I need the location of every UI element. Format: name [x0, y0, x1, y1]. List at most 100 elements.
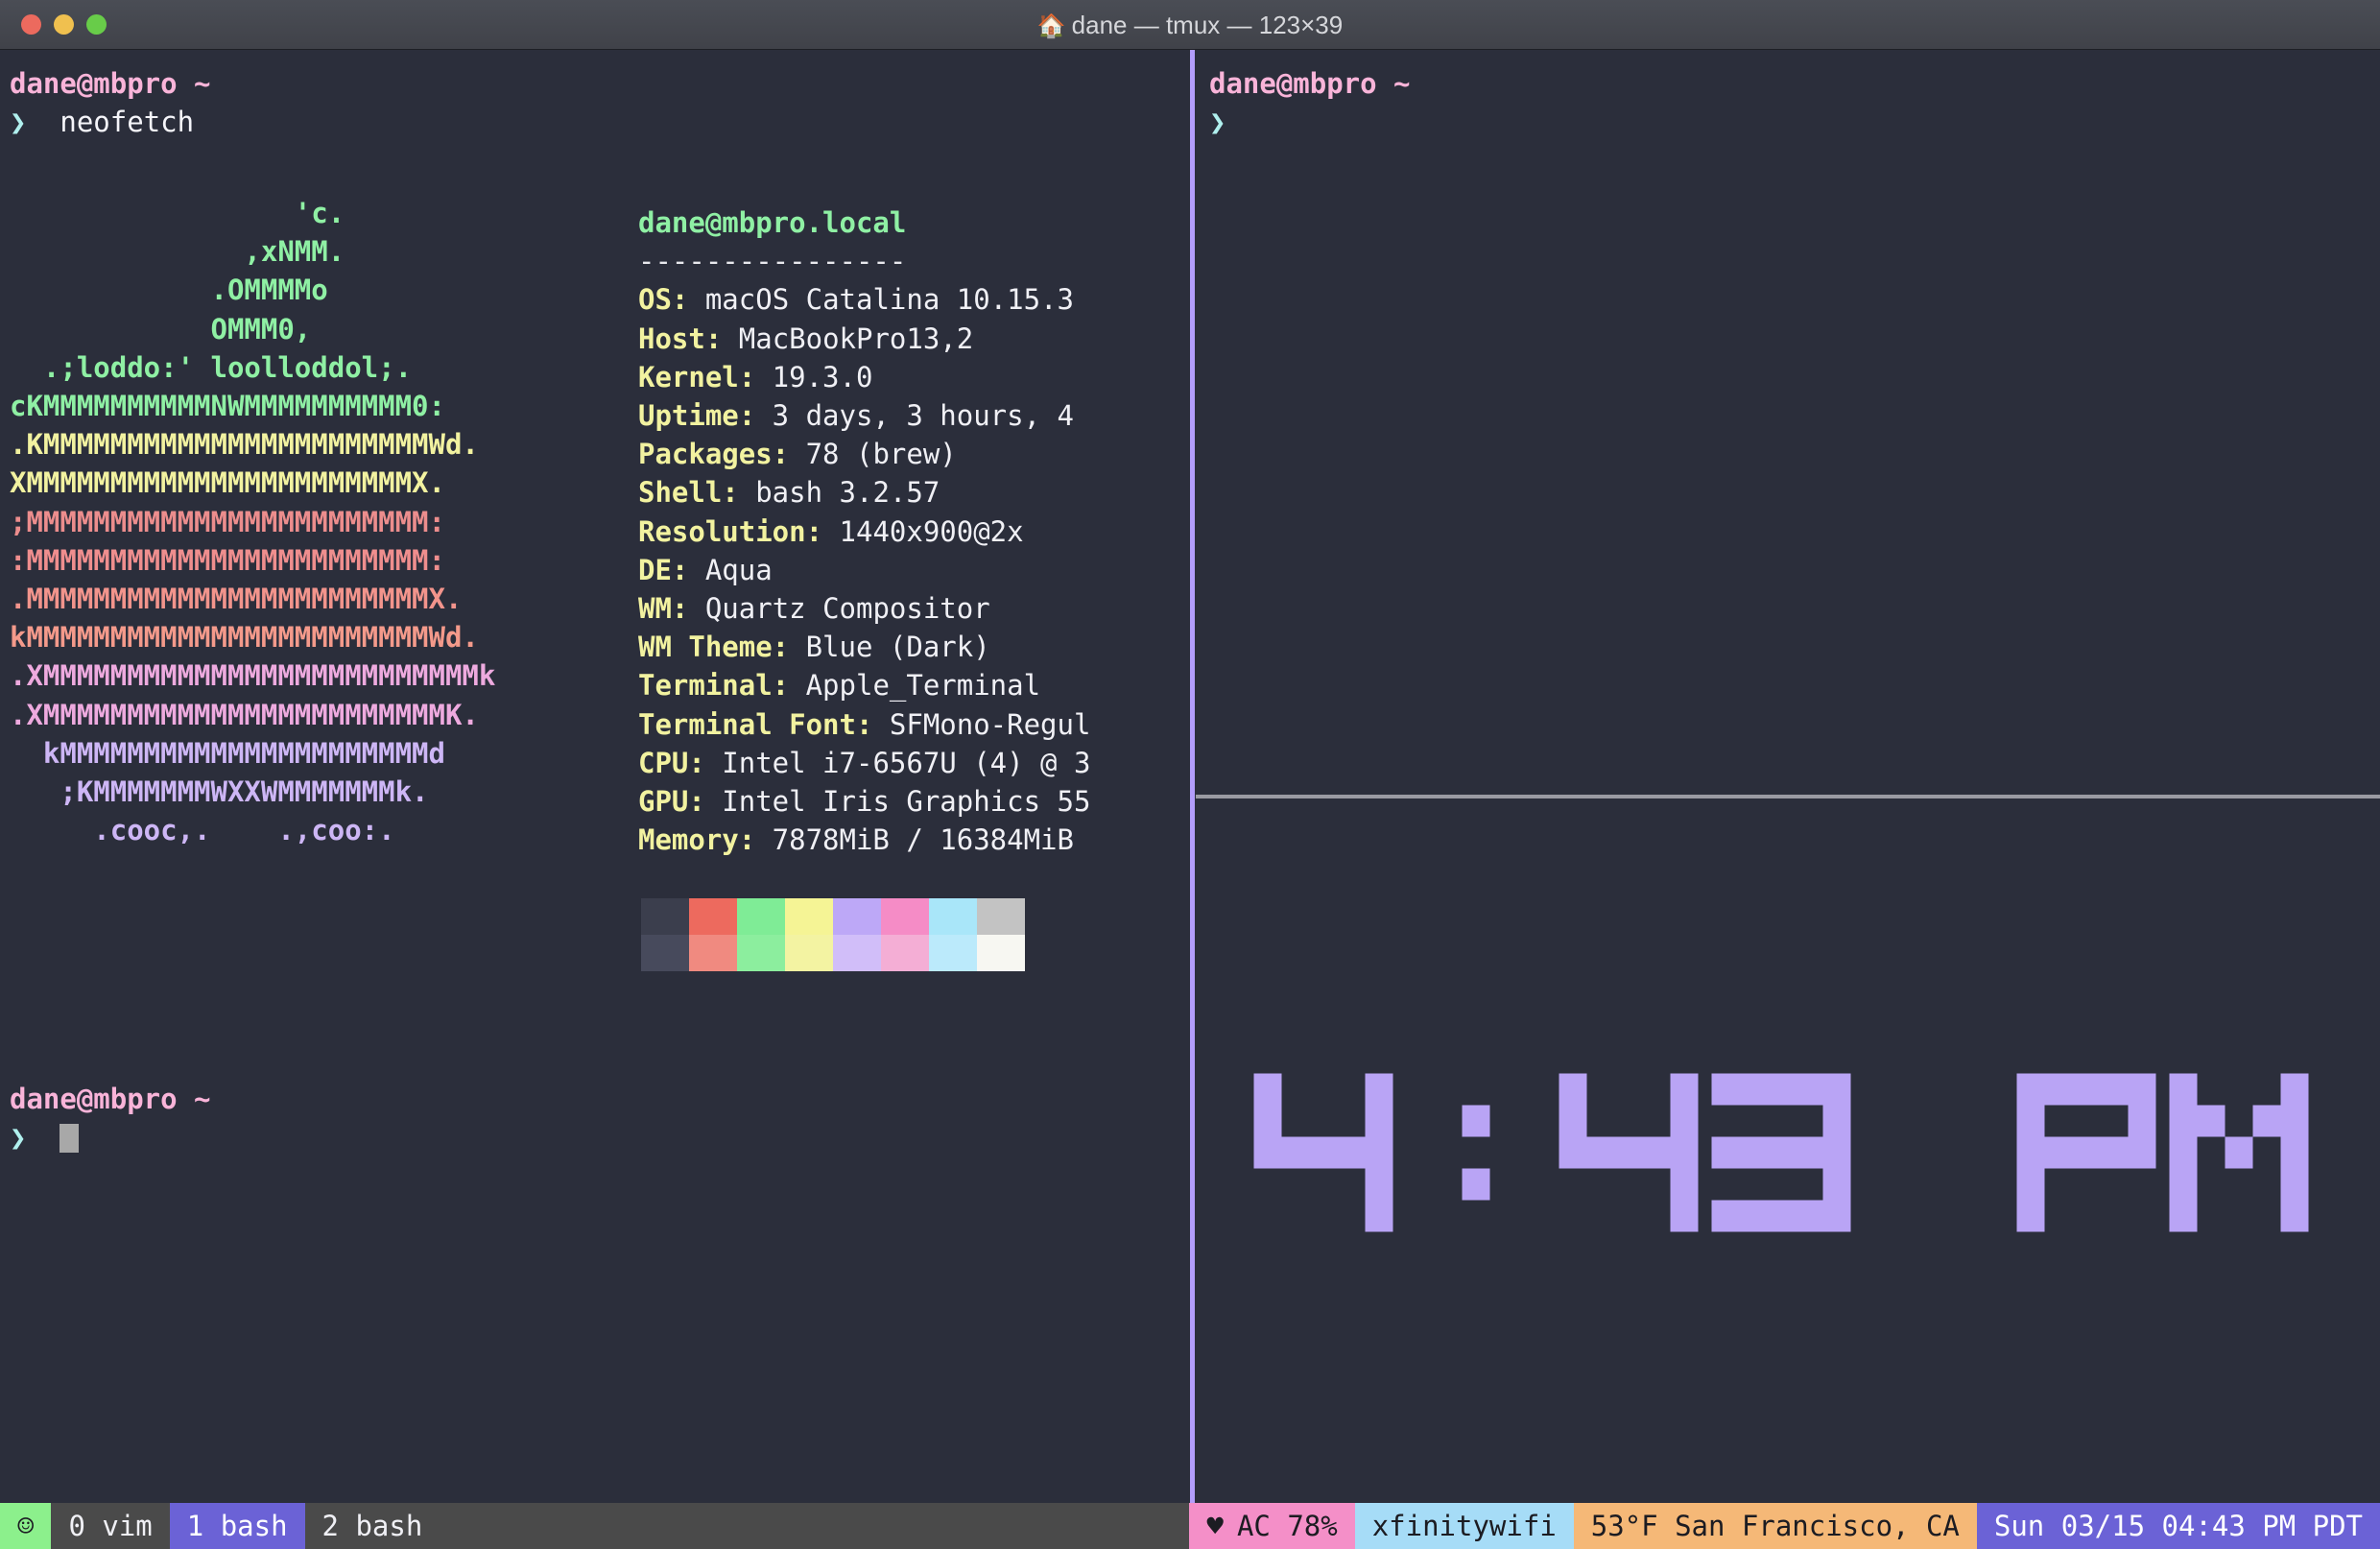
ascii-art-line: .KMMMMMMMMMMMMMMMMMMMMMMMWd.	[10, 428, 479, 462]
neofetch-info: dane@mbpro.local ---------------- OS: macO…	[638, 203, 1090, 859]
house-icon: 🏠	[1036, 13, 1066, 39]
clock-segment	[2016, 1073, 2045, 1105]
clock-segment	[1253, 1105, 1282, 1136]
ascii-art-line: ;KMMMMMMMWXXWMMMMMMMk.	[10, 775, 429, 809]
clock-segment	[2016, 1105, 2045, 1136]
ascii-art-line: kMMMMMMMMMMMMMMMMMMMMMMd	[10, 736, 445, 770]
clock-segment	[1670, 1168, 1699, 1200]
clock-segment	[1462, 1105, 1490, 1136]
neofetch-row-key: OS:	[638, 283, 689, 317]
neofetch-row: OS: macOS Catalina 10.15.3	[638, 280, 1090, 319]
ascii-art-line: ;MMMMMMMMMMMMMMMMMMMMMMMM:	[10, 505, 445, 538]
tmux-status-bar: ☺ 0 vim 1 bash 2 bash ♥ AC 78% xfinitywifi …	[0, 1503, 2380, 1549]
text-cursor[interactable]	[60, 1123, 80, 1153]
prompt-userhost-2: dane@mbpro ~	[10, 1083, 211, 1115]
clock-segment	[1795, 1073, 1823, 1105]
status-weather[interactable]: 53°F San Francisco, CA	[1573, 1503, 1977, 1549]
clock-segment	[1739, 1073, 1768, 1105]
prompt-chevron-icon: ❯	[10, 105, 27, 138]
clock-segment	[2128, 1136, 2156, 1168]
clock-segment	[2016, 1200, 2045, 1231]
clock-segment	[1365, 1168, 1393, 1200]
neofetch-row-key: Shell:	[638, 476, 739, 510]
status-datetime[interactable]: Sun 03/15 04:43 PM PDT	[1976, 1503, 2380, 1549]
status-window-0[interactable]: 0 vim	[51, 1503, 170, 1549]
neofetch-row-key: DE:	[638, 553, 689, 586]
ascii-art-line: .OMMMMo	[10, 274, 328, 307]
status-window-1[interactable]: 1 bash	[169, 1503, 305, 1549]
neofetch-row: Shell: bash 3.2.57	[638, 473, 1090, 512]
clock-segment	[1670, 1073, 1699, 1105]
clock-segment	[1795, 1136, 1823, 1168]
status-wifi[interactable]: xfinitywifi	[1354, 1503, 1574, 1549]
clock-segment	[1559, 1105, 1587, 1136]
clock-segment	[1281, 1136, 1310, 1168]
ascii-art-line: 'c.	[10, 197, 345, 229]
clock-glyph	[1865, 1073, 2004, 1231]
clock-segment	[2100, 1136, 2129, 1168]
palette-swatch	[641, 898, 689, 935]
clock-glyph	[1407, 1073, 1546, 1231]
neofetch-row-value: macOS Catalina 10.15.3	[688, 283, 1074, 317]
neofetch-row: WM: Quartz Compositor	[638, 589, 1090, 628]
ascii-art-line: .cooc,. .,coo:.	[10, 814, 395, 847]
neofetch-row-value: Aqua	[688, 553, 773, 586]
ascii-art-line: XMMMMMMMMMMMMMMMMMMMMMMMX.	[10, 466, 445, 500]
pane-left-neofetch[interactable]: dane@mbpro ~ ❯ neofetch 'c. ,xNMM. .OMMM…	[0, 50, 1187, 1503]
pane-right-top-shell[interactable]: dane@mbpro ~ ❯	[1196, 50, 2380, 793]
palette-swatch	[833, 898, 881, 935]
palette-swatch	[689, 898, 737, 935]
prompt-block-2: dane@mbpro ~ ❯	[10, 1081, 211, 1156]
neofetch-row-value: Blue (Dark)	[789, 631, 990, 664]
clock-segment	[2016, 1168, 2045, 1200]
horizontal-pane-divider[interactable]	[1196, 795, 2380, 798]
clock-segment	[1253, 1136, 1282, 1168]
prompt-block-1: dane@mbpro ~ ❯ neofetch	[10, 65, 211, 141]
neofetch-row-key: Terminal:	[638, 669, 790, 703]
neofetch-row-value: Intel i7-6567U (4) @ 3	[704, 746, 1091, 779]
clock-segment	[2100, 1073, 2129, 1105]
vertical-pane-divider[interactable]	[1190, 50, 1195, 1503]
status-window-2[interactable]: 2 bash	[304, 1503, 440, 1549]
clock-segment	[1462, 1168, 1490, 1200]
window-title-text: dane — tmux — 123×39	[1071, 11, 1344, 39]
clock-segment	[1822, 1168, 1851, 1200]
palette-row	[641, 935, 1025, 971]
clock-segment	[1670, 1136, 1699, 1168]
clock-segment	[2169, 1168, 2198, 1200]
pane-right-bottom-clock[interactable]	[1196, 801, 2380, 1503]
neofetch-row-key: WM Theme:	[638, 631, 790, 664]
prompt-userhost-3: dane@mbpro ~	[1209, 67, 1411, 100]
neofetch-row-key: Uptime:	[638, 399, 756, 433]
neofetch-row: Terminal Font: SFMono-Regul	[638, 705, 1090, 744]
terminal-body: dane@mbpro ~ ❯ neofetch 'c. ,xNMM. .OMMM…	[0, 50, 2380, 1503]
clock-digits	[1253, 1073, 2322, 1231]
clock-segment	[2169, 1200, 2198, 1231]
clock-segment	[1739, 1136, 1768, 1168]
clock-segment	[2044, 1073, 2073, 1105]
clock-segment	[2169, 1073, 2198, 1105]
status-session-indicator[interactable]: ☺	[0, 1503, 52, 1549]
palette-row	[641, 898, 1025, 935]
neofetch-row-value: Quartz Compositor	[688, 592, 990, 626]
status-battery[interactable]: ♥ AC 78%	[1189, 1503, 1355, 1549]
clock-segment	[1559, 1073, 1587, 1105]
prompt-command-line-2: ❯	[10, 1119, 211, 1157]
ascii-art-line: kMMMMMMMMMMMMMMMMMMMMMMMMWd.	[10, 621, 479, 655]
heart-icon: ♥	[1206, 1510, 1224, 1542]
clock-segment	[1767, 1136, 1796, 1168]
neofetch-row-key: Packages:	[638, 438, 790, 471]
clock-segment	[2280, 1168, 2309, 1200]
neofetch-row: Uptime: 3 days, 3 hours, 4	[638, 396, 1090, 435]
clock-segment	[1767, 1200, 1796, 1231]
clock-segment	[1614, 1136, 1643, 1168]
clock-segment	[2128, 1073, 2156, 1105]
smiley-icon: ☺	[17, 1510, 35, 1542]
window-titlebar: 🏠 dane — tmux — 123×39	[0, 0, 2380, 50]
neofetch-row: WM Theme: Blue (Dark)	[638, 628, 1090, 666]
clock-segment	[1822, 1200, 1851, 1231]
clock-segment	[1309, 1136, 1338, 1168]
prompt-chevron-icon-3: ❯	[1209, 105, 1226, 138]
neofetch-color-palette	[641, 898, 1025, 971]
clock-segment	[1365, 1136, 1393, 1168]
